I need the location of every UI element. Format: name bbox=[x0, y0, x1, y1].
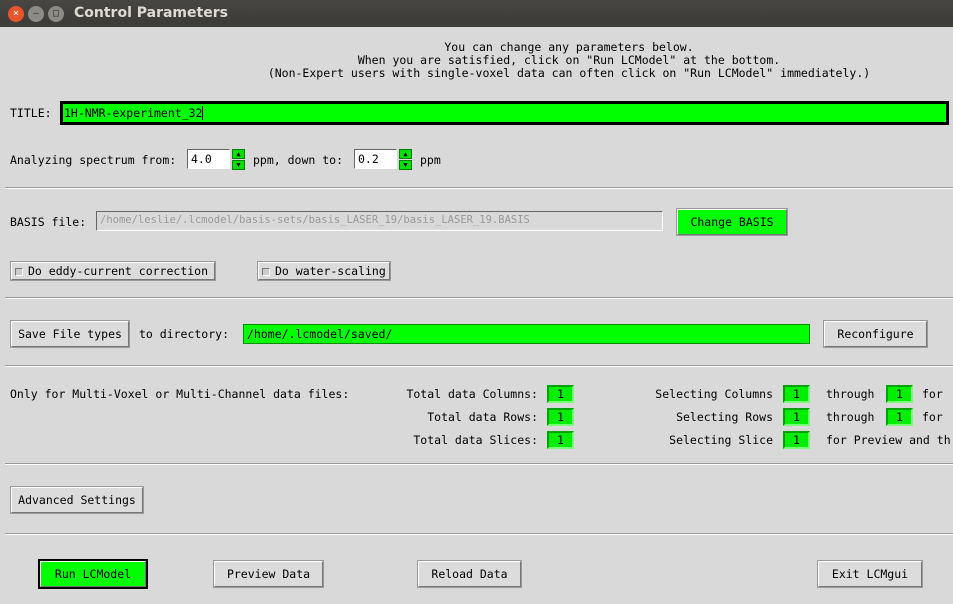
separator bbox=[5, 365, 953, 367]
sel-slice-input[interactable]: 1 bbox=[783, 431, 810, 449]
title-bar: × – □ Control Parameters bbox=[0, 0, 953, 27]
sel-columns-to-input[interactable]: 1 bbox=[886, 385, 913, 403]
range-to-label: ppm, down to: bbox=[253, 153, 344, 167]
close-icon[interactable]: × bbox=[8, 6, 24, 22]
total-slices-input[interactable]: 1 bbox=[547, 431, 574, 449]
sel-columns-label: Selecting Columns bbox=[655, 387, 773, 401]
separator bbox=[5, 463, 953, 465]
total-rows-input[interactable]: 1 bbox=[547, 408, 574, 426]
for-label: for bbox=[922, 387, 943, 401]
minimize-icon[interactable]: – bbox=[28, 6, 44, 22]
reload-data-button[interactable]: Reload Data bbox=[417, 560, 522, 588]
checkbox-icon bbox=[262, 268, 270, 276]
sel-columns-from-input[interactable]: 1 bbox=[783, 385, 810, 403]
range-from-label: Analyzing spectrum from: bbox=[10, 153, 177, 167]
multi-label: Only for Multi-Voxel or Multi-Channel da… bbox=[10, 387, 350, 401]
basis-label: BASIS file: bbox=[10, 215, 87, 229]
separator bbox=[5, 187, 953, 189]
maximize-icon[interactable]: □ bbox=[48, 6, 64, 22]
run-lcmodel-button[interactable]: Run LCModel bbox=[38, 559, 148, 589]
title-input[interactable]: 1H-NMR-experiment_32 bbox=[60, 101, 949, 125]
total-rows-label: Total data Rows: bbox=[427, 410, 538, 424]
change-basis-button[interactable]: Change BASIS bbox=[676, 208, 788, 236]
ppm-from-up-icon[interactable]: ▲ bbox=[232, 149, 245, 159]
ppm-from-input[interactable]: 4.0 bbox=[187, 149, 230, 169]
title-label: TITLE: bbox=[10, 106, 52, 120]
separator bbox=[5, 297, 953, 299]
sel-rows-label: Selecting Rows bbox=[676, 410, 773, 424]
total-columns-input[interactable]: 1 bbox=[547, 385, 574, 403]
sel-rows-from-input[interactable]: 1 bbox=[783, 408, 810, 426]
ppm-to-input[interactable]: 0.2 bbox=[354, 149, 397, 169]
reconfigure-button[interactable]: Reconfigure bbox=[823, 320, 928, 348]
directory-label: to directory: bbox=[139, 327, 230, 341]
for-label: for bbox=[922, 410, 943, 424]
ppm-unit: ppm bbox=[420, 153, 441, 167]
water-scaling-checkbox[interactable]: Do water-scaling bbox=[257, 261, 391, 281]
sel-slice-label: Selecting Slice bbox=[669, 433, 773, 447]
intro-line: (Non-Expert users with single-voxel data… bbox=[267, 66, 871, 80]
intro-text: You can change any parameters below. Whe… bbox=[0, 41, 953, 80]
advanced-settings-button[interactable]: Advanced Settings bbox=[10, 486, 144, 514]
for-preview-label: for Preview and th bbox=[826, 433, 951, 447]
ppm-to-up-icon[interactable]: ▲ bbox=[399, 149, 412, 159]
sel-rows-to-input[interactable]: 1 bbox=[886, 408, 913, 426]
checkbox-icon bbox=[15, 268, 23, 276]
ppm-to-down-icon[interactable]: ▼ bbox=[399, 160, 412, 170]
ppm-from-down-icon[interactable]: ▼ bbox=[232, 160, 245, 170]
preview-data-button[interactable]: Preview Data bbox=[213, 560, 324, 588]
save-file-types-button[interactable]: Save File types bbox=[10, 320, 130, 348]
directory-input[interactable]: /home/.lcmodel/saved/ bbox=[243, 324, 810, 344]
exit-button[interactable]: Exit LCMgui bbox=[817, 560, 923, 588]
window-title: Control Parameters bbox=[74, 5, 228, 21]
through-label: through bbox=[826, 387, 875, 401]
eddy-current-checkbox[interactable]: Do eddy-current correction bbox=[10, 261, 216, 281]
total-slices-label: Total data Slices: bbox=[413, 433, 538, 447]
separator bbox=[5, 533, 953, 535]
basis-path-input: /home/leslie/.lcmodel/basis-sets/basis_L… bbox=[96, 211, 663, 231]
total-columns-label: Total data Columns: bbox=[406, 387, 538, 401]
through-label: through bbox=[826, 410, 875, 424]
